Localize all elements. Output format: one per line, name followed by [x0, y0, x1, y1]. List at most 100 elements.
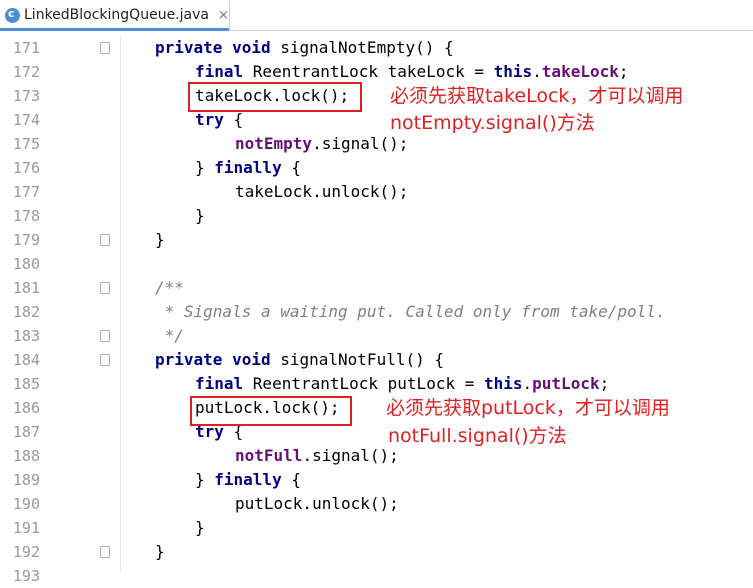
code-text: }: [195, 204, 205, 228]
fold-marker-icon[interactable]: [100, 546, 110, 558]
line-number: 174: [12, 111, 40, 129]
code-line: 185 final ReentrantLock putLock = this.pu…: [0, 372, 753, 396]
line-number: 190: [12, 495, 40, 513]
code-token: .: [522, 374, 533, 393]
code-line: 189} finally {: [0, 468, 753, 492]
code-text: notEmpty.signal();: [235, 132, 408, 156]
code-token: }: [195, 158, 215, 177]
line-number: 182: [12, 303, 40, 321]
code-line: 176} finally {: [0, 156, 753, 180]
line-number: 191: [12, 519, 40, 537]
line-number: 177: [12, 183, 40, 201]
code-line: 175 notEmpty.signal();: [0, 132, 753, 156]
comment-token: * Signals a waiting put. Called only fro…: [155, 302, 666, 321]
code-token: ;: [599, 374, 610, 393]
line-number: 175: [12, 135, 40, 153]
comment-token: */: [155, 326, 184, 345]
put-lock-annotation-line1: 必须先获取putLock，才可以调用: [386, 397, 670, 419]
take-lock-highlight-box: [188, 82, 362, 112]
line-number: 176: [12, 159, 40, 177]
code-text: takeLock.unlock();: [235, 180, 408, 204]
fold-marker-icon[interactable]: [100, 354, 110, 366]
code-token: }: [155, 542, 165, 561]
keyword-token: this: [483, 374, 523, 393]
line-number: 180: [12, 255, 40, 273]
java-class-icon: [5, 7, 20, 23]
code-token: }: [195, 470, 215, 489]
code-editor[interactable]: 193 192} 191} 190 putLock.unlock(); 189} fina…: [0, 36, 753, 585]
line-number: 187: [12, 423, 40, 441]
code-token: .: [532, 62, 542, 81]
code-token: ;: [618, 62, 629, 81]
code-text: private void signalNotEmpty() {: [155, 36, 454, 60]
code-token: putLock.unlock();: [235, 494, 399, 513]
code-line: 179}: [0, 228, 753, 252]
line-number: 171: [12, 39, 40, 57]
line-number: 193: [12, 567, 40, 585]
code-token: {: [233, 110, 244, 129]
keyword-token: finally: [214, 158, 292, 177]
code-text: final ReentrantLock putLock = this.putLo…: [195, 372, 609, 396]
line-number: 185: [12, 375, 40, 393]
code-token: .signal();: [302, 446, 399, 465]
code-text: /**: [155, 276, 184, 300]
code-line: 182 * Signals a waiting put. Called only…: [0, 300, 753, 324]
line-number: 172: [12, 63, 40, 81]
keyword-token: this: [493, 62, 533, 81]
code-line: 181 /**: [0, 276, 753, 300]
keyword-token: finally: [214, 470, 292, 489]
code-text: notFull.signal();: [235, 444, 399, 468]
field-token: putLock: [532, 374, 600, 393]
keyword-token: private void: [155, 350, 281, 369]
code-token: {: [291, 158, 301, 177]
code-text: }: [195, 516, 205, 540]
comment-token: /**: [155, 278, 184, 297]
code-text: * Signals a waiting put. Called only fro…: [155, 300, 666, 324]
code-token: ReentrantLock putLock =: [252, 374, 484, 393]
put-lock-highlight-box: [190, 396, 352, 426]
code-token: }: [195, 206, 205, 225]
code-line: 183 */: [0, 324, 753, 348]
code-text: }: [155, 228, 165, 252]
code-line: 184 private void signalNotFull() {: [0, 348, 753, 372]
code-line: 192}: [0, 540, 753, 564]
take-lock-annotation-line1: 必须先获取takeLock，才可以调用: [390, 85, 684, 107]
code-line: 178}: [0, 204, 753, 228]
code-text: }: [155, 540, 165, 564]
code-line: 190 putLock.unlock();: [0, 492, 753, 516]
code-text: */: [155, 324, 184, 348]
keyword-token: final: [195, 374, 253, 393]
close-tab-icon[interactable]: ×: [218, 8, 229, 23]
keyword-token: try: [195, 110, 234, 129]
fold-marker-icon[interactable]: [100, 282, 110, 294]
put-lock-annotation-line2: notFull.signal()方法: [388, 425, 567, 447]
line-number: 184: [12, 351, 40, 369]
code-token: signalNotEmpty() {: [280, 38, 454, 57]
fold-marker-icon[interactable]: [100, 42, 110, 54]
line-number: 173: [12, 87, 40, 105]
code-text: private void signalNotFull() {: [155, 348, 444, 372]
code-line: 174 try {: [0, 108, 753, 132]
code-token: {: [291, 470, 301, 489]
keyword-token: private void: [155, 38, 281, 57]
file-tab[interactable]: LinkedBlockingQueue.java ×: [0, 0, 230, 31]
line-number: 181: [12, 279, 40, 297]
line-number: 186: [12, 399, 40, 417]
code-text: } finally {: [195, 468, 301, 492]
gutter-separator: [120, 36, 121, 572]
line-number: 189: [12, 471, 40, 489]
code-line: 187 try {: [0, 420, 753, 444]
code-line: 193: [0, 564, 753, 588]
code-text: final ReentrantLock takeLock = this.take…: [195, 60, 629, 84]
code-line: 172 final ReentrantLock takeLock = this.t…: [0, 60, 753, 84]
line-number: 179: [12, 231, 40, 249]
fold-marker-icon[interactable]: [100, 234, 110, 246]
code-token: ReentrantLock takeLock =: [252, 62, 494, 81]
code-token: takeLock.unlock();: [235, 182, 409, 201]
line-number: 188: [12, 447, 40, 465]
field-token: notEmpty: [235, 134, 313, 153]
code-token: signalNotFull() {: [280, 350, 444, 369]
fold-marker-icon[interactable]: [100, 330, 110, 342]
code-token: }: [155, 230, 165, 249]
keyword-token: final: [195, 62, 253, 81]
